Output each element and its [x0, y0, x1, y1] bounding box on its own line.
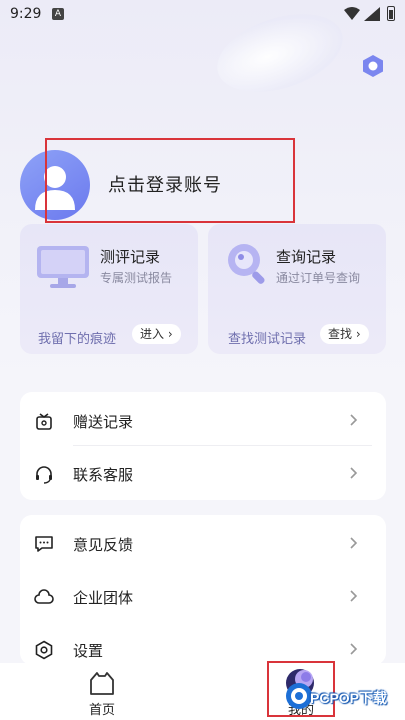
search-button[interactable]: 查找 ›	[320, 324, 369, 344]
magnifier-icon	[228, 244, 265, 284]
login-prompt[interactable]: 点击登录账号	[108, 171, 222, 197]
battery-icon	[387, 6, 395, 21]
mine-icon	[286, 669, 314, 697]
chevron-right-icon	[350, 467, 358, 479]
user-avatar-icon	[20, 150, 90, 220]
chevron-right-icon	[350, 414, 358, 426]
card-footer: 查找测试记录	[228, 332, 307, 347]
status-bar: 9:29 A	[0, 0, 405, 30]
gift-icon	[36, 413, 52, 430]
login-area[interactable]: 点击登录账号	[20, 148, 300, 222]
chevron-right-icon	[350, 643, 358, 655]
hexagon-settings-icon[interactable]	[361, 54, 385, 78]
menu-label: 联系客服	[73, 466, 134, 484]
monitor-icon	[37, 246, 89, 288]
menu-group-2: 意见反馈 企业团体 设置	[20, 515, 386, 665]
settings-icon	[35, 640, 53, 660]
evaluation-records-card[interactable]: 测评记录 专属测试报告 我留下的痕迹 进入 ›	[20, 224, 198, 354]
chevron-right-icon	[350, 590, 358, 602]
tab-label: 我的	[288, 703, 315, 718]
tab-home[interactable]: 首页	[42, 663, 162, 720]
menu-label: 赠送记录	[73, 413, 134, 431]
menu-item-enterprise[interactable]: 企业团体	[20, 570, 386, 623]
tab-label: 首页	[89, 703, 116, 718]
card-title: 测评记录	[100, 248, 161, 266]
home-icon	[90, 672, 114, 695]
card-footer: 我留下的痕迹	[38, 332, 117, 347]
bottom-tab-bar: 首页 我的	[0, 663, 405, 720]
wifi-icon	[344, 7, 360, 20]
card-subtitle: 通过订单号查询	[276, 271, 361, 285]
menu-item-gift-records[interactable]: 赠送记录	[20, 394, 386, 447]
menu-group-1: 赠送记录 联系客服	[20, 392, 386, 500]
menu-label: 设置	[73, 642, 104, 660]
status-time: 9:29	[10, 6, 42, 22]
divider	[73, 445, 372, 446]
notification-icon: A	[52, 8, 64, 20]
feedback-icon	[35, 536, 53, 552]
card-subtitle: 专属测试报告	[100, 271, 173, 285]
chevron-right-icon	[350, 537, 358, 549]
tab-mine[interactable]: 我的	[240, 663, 360, 720]
enter-button[interactable]: 进入 ›	[132, 324, 181, 344]
cloud-icon	[34, 589, 54, 604]
menu-label: 企业团体	[73, 589, 134, 607]
menu-item-feedback[interactable]: 意见反馈	[20, 517, 386, 570]
menu-item-customer-service[interactable]: 联系客服	[20, 447, 386, 500]
headset-icon	[36, 466, 52, 484]
query-records-card[interactable]: 查询记录 通过订单号查询 查找测试记录 查找 ›	[208, 224, 386, 354]
card-title: 查询记录	[276, 248, 337, 266]
signal-icon	[364, 7, 380, 21]
menu-label: 意见反馈	[73, 536, 134, 554]
